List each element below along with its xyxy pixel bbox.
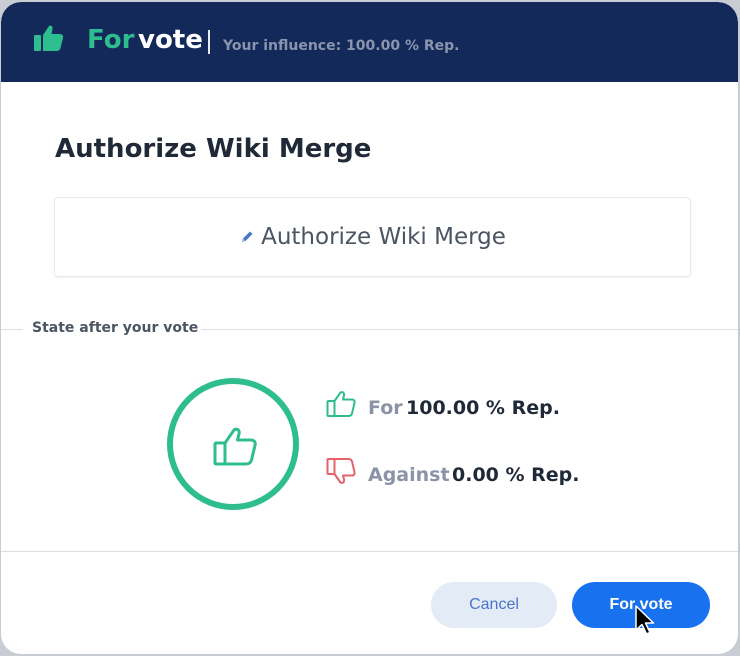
action-summary-card: Authorize Wiki Merge xyxy=(54,197,691,277)
thumbs-down-icon xyxy=(326,458,356,484)
action-summary-content: Authorize Wiki Merge xyxy=(55,198,690,276)
against-label: Against xyxy=(368,464,450,486)
divider xyxy=(1,551,738,552)
cancel-button[interactable]: Cancel xyxy=(431,582,557,628)
divider xyxy=(1,329,23,330)
page-title: Authorize Wiki Merge xyxy=(55,134,372,164)
modal-header: For vote Your influence: 100.00 % Rep. xyxy=(1,2,738,82)
vote-modal: For vote Your influence: 100.00 % Rep. A… xyxy=(1,2,738,654)
influence-text: Your influence: 100.00 % Rep. xyxy=(223,38,460,54)
thumbs-up-icon xyxy=(213,427,257,466)
thumbs-up-icon xyxy=(34,25,64,51)
action-label: Authorize Wiki Merge xyxy=(261,224,506,250)
header-vote-label: vote xyxy=(138,25,203,55)
for-value: 100.00 % Rep. xyxy=(406,397,560,419)
thumbs-up-icon xyxy=(326,391,356,417)
divider xyxy=(201,329,738,330)
against-value: 0.00 % Rep. xyxy=(452,464,580,486)
state-after-vote-label: State after your vote xyxy=(32,320,199,336)
mouse-cursor-icon xyxy=(635,605,655,635)
header-for-label: For xyxy=(87,25,135,55)
header-separator xyxy=(208,30,210,54)
for-label: For xyxy=(368,397,403,419)
vote-result-ring xyxy=(167,378,299,510)
pencil-icon xyxy=(242,231,253,242)
